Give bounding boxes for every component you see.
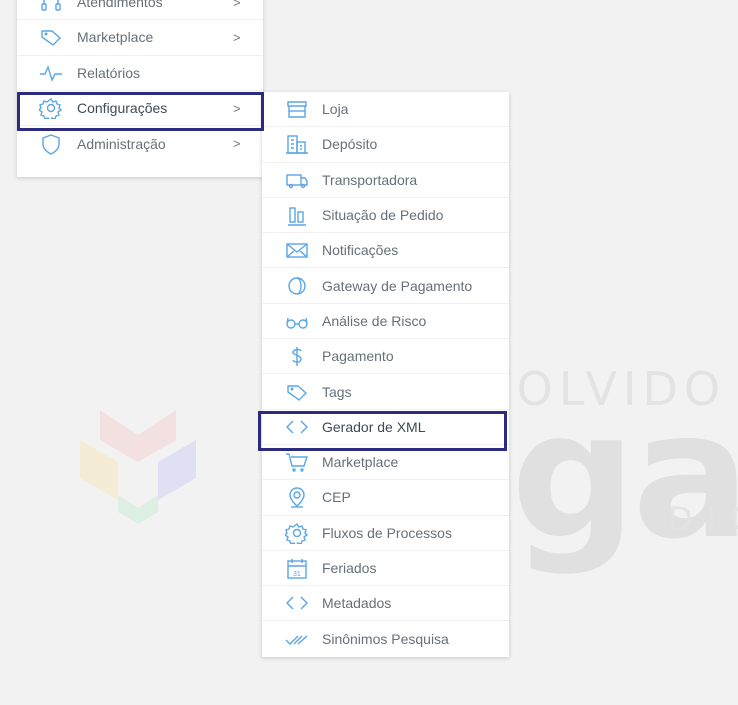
pin-icon	[284, 486, 310, 509]
submenu-item-pagamento[interactable]: Pagamento	[262, 339, 509, 375]
main_menu-item-configuracoes[interactable]: Configurações >	[17, 91, 263, 127]
chevron-right-icon: >	[233, 29, 241, 45]
columns-icon	[284, 204, 310, 226]
tag-icon	[284, 381, 310, 403]
submenu-item-label: CEP	[322, 489, 351, 506]
submenu-item-gateway-de-pagamento[interactable]: Gateway de Pagamento	[262, 268, 509, 304]
main-menu: Atendimentos > Marketplace > Relatórios Confi…	[17, 0, 263, 177]
submenu-item-label: Tags	[322, 383, 352, 400]
cart-icon	[284, 451, 310, 473]
submenu-item-label: Sinônimos Pesquisa	[322, 631, 449, 648]
submenu-item-gerador-de-xml[interactable]: Gerador de XML	[262, 410, 509, 445]
main_menu-item-label: Administração	[77, 135, 166, 152]
submenu-item-fluxos-de-processos[interactable]: Fluxos de Processos	[262, 516, 509, 551]
pulse-icon	[37, 62, 65, 84]
submenu-item-label: Gerador de XML	[322, 418, 426, 435]
submenu-item-tags[interactable]: Tags	[262, 374, 509, 410]
submenu-item-label: Metadados	[322, 595, 392, 612]
submenu-item-marketplace[interactable]: Marketplace	[262, 445, 509, 481]
shield-icon	[37, 133, 65, 155]
submenu-item-label: Situação de Pedido	[322, 207, 444, 224]
submenu-item-label: Notificações	[322, 242, 399, 259]
submenu-item-label: Análise de Risco	[322, 312, 427, 329]
chevron-right-icon: >	[233, 136, 241, 152]
configuracoes-submenu: Loja Depósito Transportadora Situação de Pe…	[262, 92, 509, 657]
building-icon	[284, 133, 310, 155]
svg-text:31: 31	[293, 571, 301, 578]
watermark-logo-icon	[80, 410, 196, 524]
submenu-item-label: Marketplace	[322, 454, 399, 471]
main_menu-item-marketplace[interactable]: Marketplace >	[17, 20, 263, 56]
glasses-icon	[284, 310, 310, 332]
submenu-item-cep[interactable]: CEP	[262, 480, 509, 516]
gear-icon	[37, 97, 65, 120]
main_menu-item-label: Relatórios	[77, 64, 141, 81]
tag-icon	[37, 26, 65, 48]
truck-icon	[284, 169, 310, 191]
submenu-item-sinonimos-pesquisa[interactable]: Sinônimos Pesquisa	[262, 621, 509, 656]
main_menu-item-atendimentos[interactable]: Atendimentos >	[17, 0, 263, 21]
main_menu-item-label: Marketplace	[77, 29, 154, 46]
submenu-item-situacao-de-pedido[interactable]: Situação de Pedido	[262, 198, 509, 234]
submenu-item-label: Gateway de Pagamento	[322, 277, 473, 294]
submenu-item-label: Transportadora	[322, 171, 418, 188]
double-check-icon	[284, 628, 310, 650]
watermark-text-bottom: DIG	[668, 500, 738, 538]
submenu-item-deposito[interactable]: Depósito	[262, 127, 509, 163]
submenu-item-label: Depósito	[322, 136, 378, 153]
submenu-item-loja[interactable]: Loja	[262, 92, 509, 128]
envelope-icon	[284, 239, 310, 261]
main_menu-item-administracao[interactable]: Administração >	[17, 126, 263, 161]
submenu-item-label: Feriados	[322, 560, 377, 576]
submenu-item-metadados[interactable]: Metadados	[262, 586, 509, 622]
code-icon	[284, 416, 310, 438]
submenu-item-analise-de-risco[interactable]: Análise de Risco	[262, 304, 509, 340]
watermark-text-top: VOLVIDO	[480, 362, 727, 416]
submenu-item-label: Loja	[322, 101, 349, 118]
main_menu-item-label: Atendimentos	[77, 0, 163, 11]
chevron-right-icon: >	[233, 100, 241, 116]
calendar-icon: 31	[284, 557, 310, 579]
code-icon	[284, 592, 310, 614]
dollar-icon	[284, 345, 310, 367]
submenu-item-notificacoes[interactable]: Notificações	[262, 233, 509, 269]
store-icon	[284, 98, 310, 120]
submenu-item-label: Pagamento	[322, 348, 394, 365]
coin-icon	[284, 275, 310, 297]
headset-icon	[37, 0, 65, 13]
gear-icon	[284, 522, 310, 544]
main_menu-item-label: Configurações	[77, 100, 168, 117]
submenu-item-label: Fluxos de Processos	[322, 524, 452, 541]
main_menu-item-relatorios[interactable]: Relatórios	[17, 56, 263, 91]
submenu-item-feriados[interactable]: 31 Feriados	[262, 551, 509, 587]
submenu-item-transportadora[interactable]: Transportadora	[262, 163, 509, 198]
chevron-right-icon: >	[233, 0, 241, 10]
